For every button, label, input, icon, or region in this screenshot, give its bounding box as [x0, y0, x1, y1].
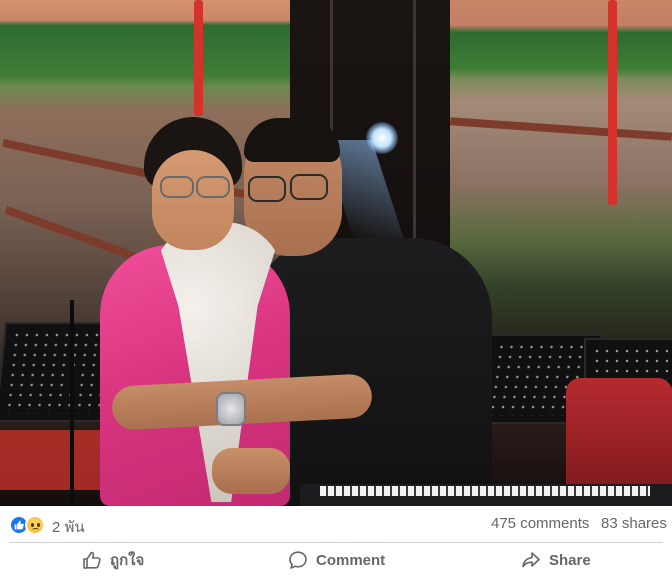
lady-face: [152, 150, 234, 250]
facebook-post: 2 พัน 475 comments 83 shares ถูกใจ Comme…: [0, 0, 672, 577]
like-button-label: ถูกใจ: [110, 552, 145, 569]
shares-count[interactable]: 83 shares: [601, 515, 667, 532]
share-arrow-icon: [521, 550, 541, 570]
red-lamp-post: [608, 0, 617, 205]
red-chair: [566, 378, 672, 498]
keyboard-keys: [320, 486, 650, 496]
glasses-icon: [196, 176, 230, 198]
red-lamp-post: [194, 0, 203, 116]
sad-icon: [25, 515, 45, 535]
man-hair: [244, 118, 340, 162]
glasses-icon: [290, 174, 328, 200]
comment-button-label: Comment: [316, 551, 386, 569]
post-action-bar: ถูกใจ Comment Share: [0, 543, 672, 577]
comment-button[interactable]: Comment: [288, 545, 385, 575]
red-stage-panel: [0, 430, 110, 490]
comment-bubble-icon: [288, 550, 308, 570]
music-stand-pole: [70, 300, 74, 506]
reaction-count[interactable]: 2 พัน: [52, 515, 85, 539]
post-photo[interactable]: [0, 0, 672, 506]
share-button[interactable]: Share: [521, 545, 591, 575]
glasses-icon: [248, 176, 286, 202]
glasses-icon: [160, 176, 194, 198]
clasped-hands: [212, 448, 290, 494]
comments-count[interactable]: 475 comments: [491, 515, 589, 532]
post-stats: 2 พัน 475 comments 83 shares: [0, 506, 672, 542]
thumbs-up-icon: [82, 550, 102, 570]
like-button[interactable]: ถูกใจ: [82, 545, 144, 575]
share-button-label: Share: [549, 551, 591, 569]
stage-spotlight: [366, 122, 398, 154]
wristwatch-icon: [216, 392, 246, 426]
